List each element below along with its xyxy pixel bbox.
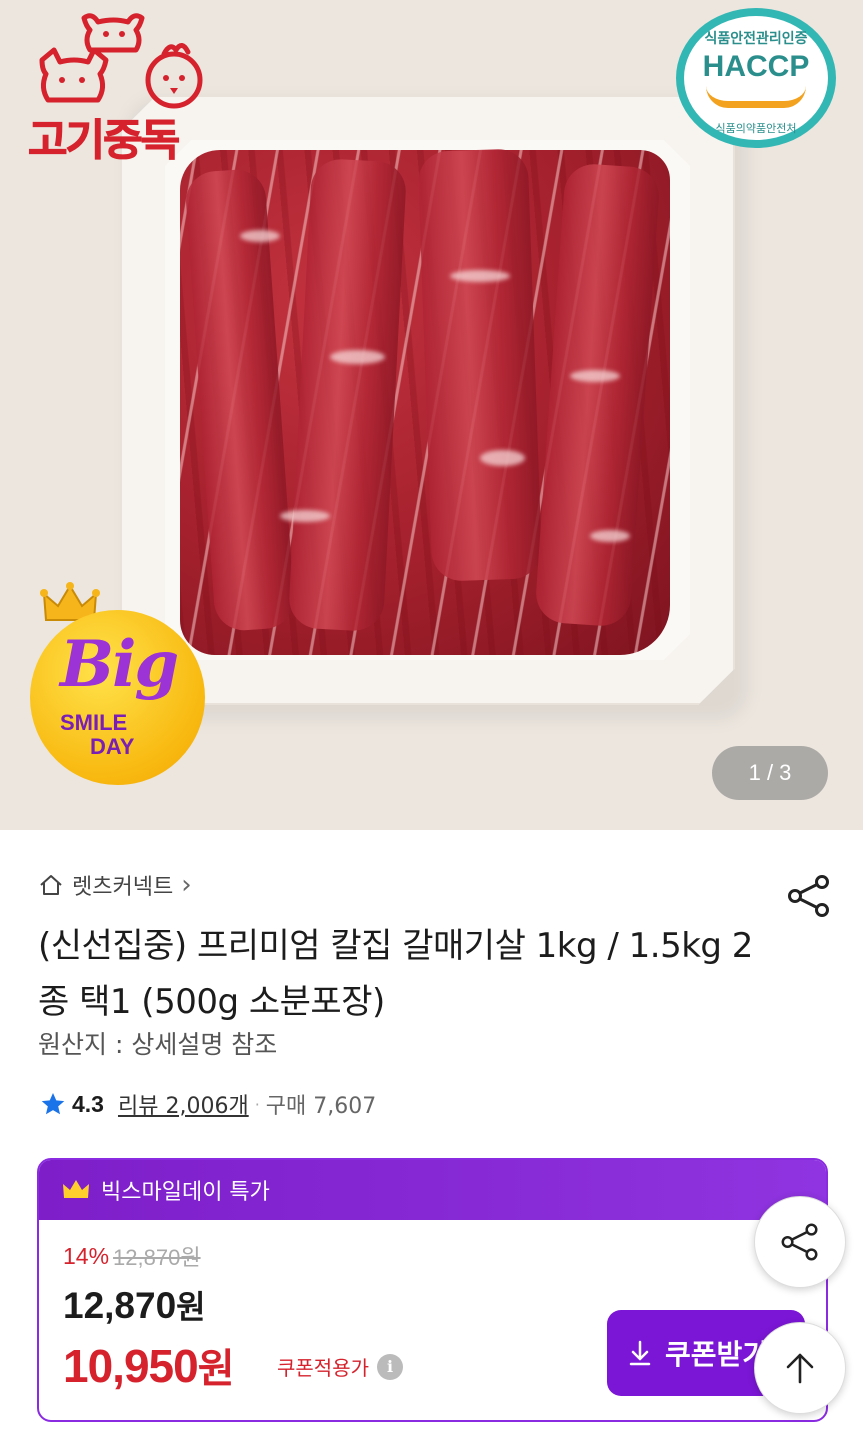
info-icon[interactable]: i — [377, 1353, 403, 1380]
haccp-title: HACCP — [702, 50, 810, 83]
share-icon[interactable] — [786, 874, 832, 918]
discount-row: 14% 12,870원 — [63, 1240, 201, 1272]
haccp-top-text: 식품안전관리인증 — [704, 31, 808, 47]
image-page-counter: 1 / 3 — [712, 746, 828, 800]
brand-logo-text: 고기중독 — [27, 116, 180, 167]
separator-dot: · — [254, 1094, 260, 1114]
badge-day-text: DAY — [90, 734, 135, 759]
deal-header: 빅스마일데이 특가 — [39, 1160, 826, 1220]
rating-row: 4.3 리뷰 2,006개 · 구매 7,607 — [40, 1086, 376, 1122]
discount-percent: 14% — [63, 1242, 110, 1269]
coupon-button-label: 쿠폰받기 — [665, 1338, 769, 1371]
coupon-price-number: 10,950 — [63, 1340, 199, 1392]
original-price: 12,870원 — [113, 1245, 201, 1270]
sale-price-unit: 원 — [176, 1288, 206, 1326]
product-image-carousel[interactable]: 고기중독 식품안전관리인증 HACCP 식품의약품안전처 Big SMILE D… — [0, 0, 863, 830]
scroll-to-top-button[interactable] — [754, 1322, 846, 1414]
coupon-price: 10,950원 — [63, 1336, 235, 1394]
sale-price: 12,870원 — [63, 1282, 206, 1328]
home-outline-icon — [40, 875, 62, 895]
deal-header-label: 빅스마일데이 특가 — [101, 1180, 270, 1205]
coupon-label-text: 쿠폰적용가 — [277, 1356, 369, 1380]
haccp-badge: 식품안전관리인증 HACCP 식품의약품안전처 — [676, 8, 836, 148]
coupon-price-label: 쿠폰적용가 i — [277, 1352, 403, 1381]
download-arrow-icon — [629, 1340, 651, 1366]
coupon-price-unit: 원 — [197, 1346, 235, 1392]
store-link[interactable]: 렛츠커넥트 › — [38, 868, 192, 902]
store-name: 렛츠커넥트 — [72, 875, 174, 900]
deal-box: 빅스마일데이 특가 14% 12,870원 12,870원 10,950원 쿠폰… — [37, 1158, 828, 1422]
rating-value: 4.3 — [72, 1090, 104, 1117]
floating-share-button[interactable] — [754, 1196, 846, 1288]
meat-photo — [180, 148, 670, 655]
big-smile-day-badge: Big SMILE DAY — [30, 582, 215, 787]
product-title: (신선집중) 프리미엄 칼집 갈매기살 1kg / 1.5kg 2종 택1 (5… — [38, 926, 753, 1022]
sale-price-number: 12,870 — [63, 1285, 177, 1326]
crown-icon — [63, 1180, 89, 1198]
star-icon — [41, 1092, 65, 1115]
share-icon — [781, 1223, 818, 1261]
badge-big-text: Big — [60, 627, 179, 702]
product-origin: 원산지 : 상세설명 참조 — [38, 1030, 278, 1059]
purchase-count: 구매 7,607 — [265, 1094, 377, 1119]
haccp-swoosh-icon — [706, 86, 806, 108]
review-count-link[interactable]: 리뷰 2,006개 — [118, 1088, 249, 1120]
chevron-right-icon: › — [181, 870, 192, 900]
haccp-bottom-text: 식품의약품안전처 — [715, 122, 797, 135]
arrow-up-icon — [786, 1353, 814, 1384]
badge-smile-text: SMILE — [60, 710, 128, 735]
